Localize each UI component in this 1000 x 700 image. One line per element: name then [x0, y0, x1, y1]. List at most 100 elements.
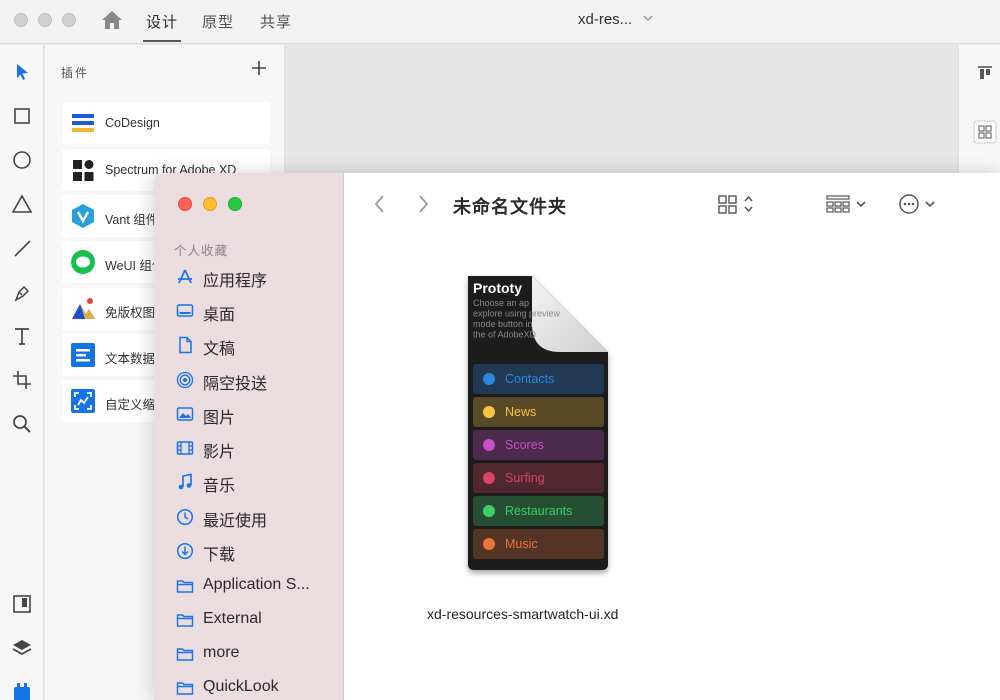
file-preview-text-line: mode button in: [473, 319, 533, 329]
vant-icon: [72, 204, 94, 228]
home-icon[interactable]: [101, 10, 123, 30]
file-preview-text-line: explore using preview: [473, 309, 561, 319]
tab-prototype[interactable]: 原型: [202, 11, 234, 32]
more-actions-icon[interactable]: [897, 192, 945, 216]
finder-close-button[interactable]: [178, 197, 192, 211]
assets-icon[interactable]: [11, 593, 33, 615]
finder-zoom-button[interactable]: [228, 197, 242, 211]
sidebar-item-recents[interactable]: 最近使用: [174, 504, 342, 530]
sidebar-item-label: 文稿: [203, 341, 236, 358]
window-close-button[interactable]: [14, 13, 28, 27]
file-preview-row-label: Restaurants: [505, 504, 572, 518]
plugin-label: 免版权图: [105, 306, 156, 320]
desktop-icon: [176, 304, 194, 317]
layers-icon[interactable]: [11, 637, 33, 659]
file-preview-row-icon: [483, 472, 495, 484]
window-zoom-button[interactable]: [62, 13, 76, 27]
sidebar-item-label: 桌面: [203, 307, 236, 324]
sidebar-item-movies[interactable]: 影片: [174, 435, 342, 461]
sidebar-item-downloads[interactable]: 下载: [174, 538, 342, 564]
sidebar-item-label: 图片: [203, 410, 236, 427]
file-preview-row-icon: [483, 538, 495, 550]
file-preview-row-label: Scores: [505, 438, 544, 452]
back-button[interactable]: [372, 193, 388, 215]
sidebar-item-external[interactable]: External: [174, 607, 342, 633]
rectangle-tool-icon[interactable]: [11, 105, 33, 127]
codesign-icon: [72, 114, 94, 132]
xd-file-icon[interactable]: Prototy Choose an apexplore using previe…: [462, 270, 617, 582]
sidebar-item-documents[interactable]: 文稿: [174, 332, 342, 358]
plugin-label: Vant 组件: [105, 213, 159, 227]
align-top-icon[interactable]: [976, 65, 994, 83]
sidebar-item-quicklook[interactable]: QuickLook: [174, 675, 342, 700]
folder-title: 未命名文件夹: [453, 197, 567, 217]
sidebar-item-label: 影片: [203, 444, 236, 461]
file-preview-title: Prototy: [473, 280, 522, 296]
file-preview-row-label: Surfing: [505, 471, 545, 485]
music-icon: [178, 473, 192, 490]
sidebar-item-label: 音乐: [203, 478, 236, 495]
applications-icon: [178, 269, 192, 284]
file-preview-row-icon: [483, 505, 495, 517]
downloads-icon: [176, 542, 194, 560]
document-title[interactable]: xd-res...: [578, 11, 632, 28]
airdrop-icon: [176, 371, 194, 389]
sidebar-item-label: 应用程序: [203, 273, 268, 290]
folder-icon: [176, 682, 194, 695]
file-preview-row-label: Music: [505, 537, 538, 551]
plugins-icon[interactable]: [11, 681, 33, 700]
plugin-label: 文本数据: [105, 352, 156, 366]
window-minimize-button[interactable]: [38, 13, 52, 27]
view-mode-icon[interactable]: [717, 192, 759, 216]
sidebar-item-label: Application S...: [203, 576, 310, 593]
sidebar-item-label: more: [203, 644, 240, 661]
add-plugin-icon[interactable]: [250, 59, 268, 77]
group-by-icon[interactable]: [825, 192, 873, 216]
polygon-tool-icon[interactable]: [11, 193, 33, 215]
tab-share[interactable]: 共享: [260, 11, 292, 32]
artboard-tool-icon[interactable]: [11, 369, 33, 391]
plugin-label: CoDesign: [105, 116, 160, 130]
recents-icon: [176, 508, 194, 526]
ellipse-tool-icon[interactable]: [11, 149, 33, 171]
sidebar-item-desktop[interactable]: 桌面: [174, 298, 342, 324]
file-name-label: xd-resources-smartwatch-ui.xd: [427, 606, 619, 622]
sidebar-item-more[interactable]: more: [174, 641, 342, 667]
text-data-icon: [71, 343, 95, 367]
sidebar-item-label: 隔空投送: [203, 376, 268, 393]
sidebar-item-label: QuickLook: [203, 678, 279, 695]
free-image-icon: [72, 298, 95, 319]
plugin-item-codesign[interactable]: CoDesign: [62, 102, 270, 144]
file-preview-row-icon: [483, 439, 495, 451]
sidebar-item-label: 最近使用: [203, 513, 268, 530]
chevron-down-icon[interactable]: [642, 12, 654, 24]
sidebar-item-label: External: [203, 610, 262, 627]
movies-icon: [176, 441, 194, 455]
sidebar-item-label: 下载: [203, 547, 236, 564]
pen-tool-icon[interactable]: [11, 281, 33, 303]
forward-button[interactable]: [415, 193, 431, 215]
sidebar-item-airdrop[interactable]: 隔空投送: [174, 367, 342, 393]
sidebar-item-application-support[interactable]: Application S...: [174, 573, 342, 599]
sidebar-item-applications[interactable]: 应用程序: [174, 264, 342, 290]
file-preview-row-icon: [483, 406, 495, 418]
finder-sidebar: 个人收藏 应用程序 桌面 文稿 隔空投送 图片 影片 音乐 最近使用 下载 Ap…: [154, 173, 344, 700]
custom-zoom-icon: [71, 389, 95, 413]
folder-icon: [176, 580, 194, 593]
sidebar-item-pictures[interactable]: 图片: [174, 401, 342, 427]
folder-icon: [176, 648, 194, 661]
text-tool-icon[interactable]: [11, 325, 33, 347]
favorites-section-label: 个人收藏: [174, 244, 229, 258]
weui-icon: [71, 250, 95, 274]
spectrum-icon: [73, 160, 94, 181]
sidebar-item-music[interactable]: 音乐: [174, 469, 342, 495]
file-preview-row-label: News: [505, 405, 536, 419]
tab-design[interactable]: 设计: [146, 11, 178, 32]
zoom-tool-icon[interactable]: [11, 413, 33, 435]
line-tool-icon[interactable]: [11, 237, 33, 259]
plugins-panel-title: 插件: [61, 66, 90, 80]
file-preview-row-label: Contacts: [505, 372, 554, 386]
select-tool-icon[interactable]: [11, 61, 33, 83]
finder-minimize-button[interactable]: [203, 197, 217, 211]
repeat-grid-icon[interactable]: [973, 120, 997, 144]
